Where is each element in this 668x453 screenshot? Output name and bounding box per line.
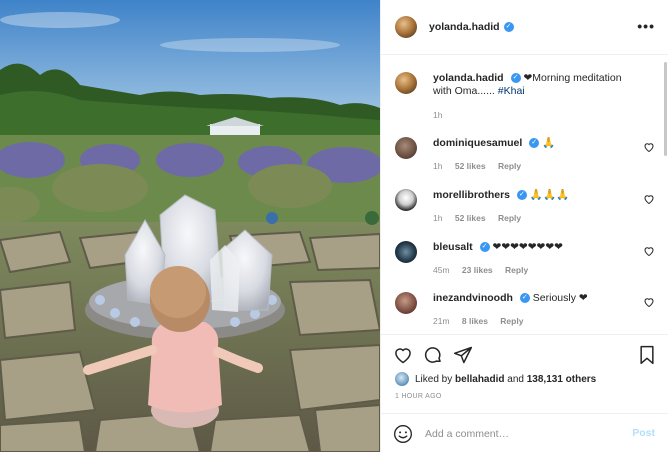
verified-badge-icon: ✓ (516, 190, 527, 201)
comment-likes[interactable]: 52 likes (455, 161, 486, 171)
post-comment-button[interactable]: Post (632, 427, 655, 439)
comment-likes[interactable]: 23 likes (462, 265, 493, 275)
comment-meta: 1h 52 likes Reply (433, 213, 531, 223)
author-avatar[interactable] (395, 16, 417, 38)
caption: yolanda.hadid ✓ ❤Morning meditation with… (395, 72, 655, 122)
post-actions: Liked by bellahadid and 138,131 others 1… (381, 334, 668, 452)
liked-by: Liked by bellahadid and 138,131 others (395, 372, 596, 386)
post-header: yolanda.hadid ✓ ••• (381, 0, 668, 55)
like-comment-heart-icon[interactable] (643, 245, 655, 257)
caption-hashtag[interactable]: #Khai (498, 85, 525, 97)
liked-by-prefix: Liked by (415, 373, 453, 385)
caption-meta: 1h (433, 110, 452, 120)
emoji-smiley-icon[interactable] (393, 424, 413, 444)
comment-item: morellibrothers ✓ 🙏🙏🙏 1h 52 likes Reply (395, 189, 655, 229)
instagram-post: yolanda.hadid ✓ ••• yolanda.hadid ✓ ❤Mor… (0, 0, 668, 452)
save-bookmark-icon[interactable] (637, 345, 657, 365)
liked-by-others[interactable]: 138,131 others (527, 374, 597, 385)
reply-button[interactable]: Reply (498, 161, 521, 171)
verified-badge-icon: ✓ (503, 22, 514, 32)
comment-avatar[interactable] (395, 292, 417, 314)
like-heart-icon[interactable] (393, 345, 413, 365)
comment-item: bleusalt ✓ ❤❤❤❤❤❤❤❤ 45m 23 likes Reply (395, 241, 655, 281)
reply-button[interactable]: Reply (505, 265, 528, 275)
post-side-panel: yolanda.hadid ✓ ••• yolanda.hadid ✓ ❤Mor… (380, 0, 668, 452)
comment-meta: 21m 8 likes Reply (433, 316, 533, 326)
verified-badge-icon: ✓ (519, 293, 530, 304)
share-paper-plane-icon[interactable] (453, 345, 473, 365)
liked-by-user[interactable]: bellahadid (455, 374, 504, 385)
comment-item: inezandvinoodh ✓ Seriously ❤ 21m 8 likes… (395, 292, 655, 332)
comment-body: ❤❤❤❤❤❤❤❤ (492, 241, 563, 253)
comment-bubble-icon[interactable] (423, 345, 443, 365)
verified-badge-icon: ✓ (510, 73, 521, 84)
comments-section[interactable]: yolanda.hadid ✓ ❤Morning meditation with… (381, 56, 668, 334)
comment-body: Seriously ❤ (532, 292, 588, 304)
comment-time: 45m (433, 265, 450, 275)
post-timestamp[interactable]: 1 HOUR AGO (395, 393, 442, 400)
comment-item: dominiquesamuel ✓ 🙏 1h 52 likes Reply (395, 137, 655, 177)
comments-scrollbar[interactable] (664, 62, 667, 156)
comment-text: morellibrothers ✓ 🙏🙏🙏 (433, 189, 623, 202)
comment-time: 1h (433, 161, 443, 171)
comment-body: 🙏 (542, 137, 556, 149)
post-photo[interactable] (0, 0, 380, 452)
caption-username[interactable]: yolanda.hadid (433, 72, 504, 84)
comment-body: 🙏🙏🙏 (529, 189, 570, 201)
comment-time: 1h (433, 213, 443, 223)
comment-username[interactable]: morellibrothers (433, 189, 510, 201)
like-comment-heart-icon[interactable] (643, 141, 655, 153)
comment-text: dominiquesamuel ✓ 🙏 (433, 137, 623, 150)
verified-badge-icon: ✓ (479, 242, 490, 253)
verified-badge-icon: ✓ (529, 138, 540, 149)
comment-likes[interactable]: 52 likes (455, 213, 486, 223)
author-username[interactable]: yolanda.hadid (429, 21, 500, 33)
comment-avatar[interactable] (395, 189, 417, 211)
comment-username[interactable]: bleusalt (433, 241, 473, 253)
caption-text: yolanda.hadid ✓ ❤Morning meditation with… (433, 72, 623, 98)
comment-likes[interactable]: 8 likes (462, 316, 488, 326)
comment-username[interactable]: dominiquesamuel (433, 137, 522, 149)
comment-meta: 1h 52 likes Reply (433, 161, 531, 171)
caption-author-avatar[interactable] (395, 72, 417, 94)
add-comment-input[interactable] (425, 426, 615, 442)
comment-time: 21m (433, 316, 450, 326)
action-icons (393, 345, 473, 365)
reply-button[interactable]: Reply (500, 316, 523, 326)
liker-avatar[interactable] (395, 372, 409, 386)
post-image (0, 0, 380, 452)
like-comment-heart-icon[interactable] (643, 193, 655, 205)
caption-time: 1h (433, 110, 443, 120)
more-options-icon[interactable]: ••• (637, 19, 655, 33)
comment-avatar[interactable] (395, 137, 417, 159)
comment-meta: 45m 23 likes Reply (433, 265, 538, 275)
add-comment-bar: Post (381, 413, 668, 453)
liked-by-connector: and (507, 373, 524, 385)
reply-button[interactable]: Reply (498, 213, 521, 223)
comment-text: bleusalt ✓ ❤❤❤❤❤❤❤❤ (433, 241, 623, 254)
comment-username[interactable]: inezandvinoodh (433, 292, 513, 304)
comment-text: inezandvinoodh ✓ Seriously ❤ (433, 292, 623, 305)
like-comment-heart-icon[interactable] (643, 296, 655, 308)
comment-avatar[interactable] (395, 241, 417, 263)
